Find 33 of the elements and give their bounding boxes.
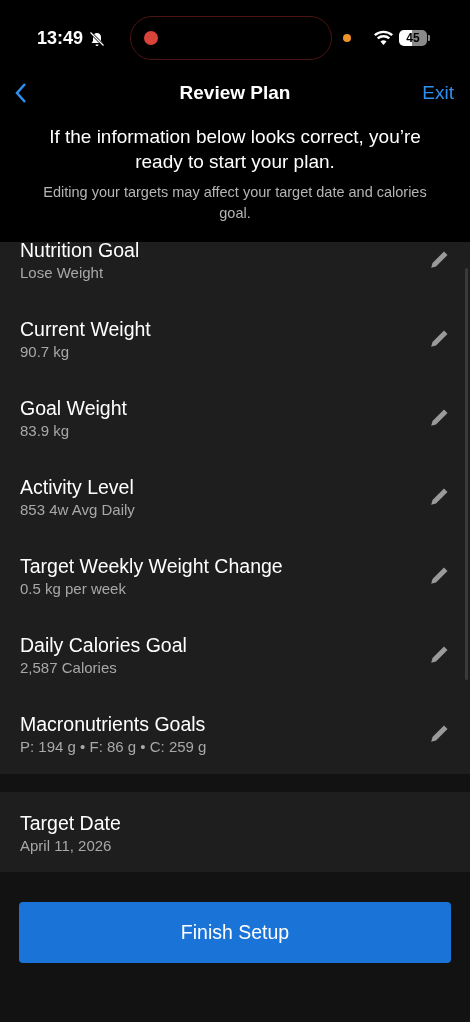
edit-icon[interactable] bbox=[429, 566, 449, 586]
edit-icon[interactable] bbox=[429, 250, 449, 270]
setting-title: Daily Calories Goal bbox=[20, 633, 187, 658]
setting-title: Target Weekly Weight Change bbox=[20, 554, 283, 579]
screen-title: Review Plan bbox=[179, 81, 291, 103]
edit-icon[interactable] bbox=[429, 408, 449, 428]
status-time: 13:49 bbox=[37, 28, 84, 49]
back-icon[interactable] bbox=[14, 81, 28, 104]
setting-title: Macronutrients Goals bbox=[20, 712, 206, 737]
intro-note: Editing your targets may affect your target date and calories goal. bbox=[42, 183, 428, 223]
muted-bell-icon bbox=[89, 30, 106, 47]
setting-value: 853 4w Avg Daily bbox=[20, 500, 135, 519]
finish-setup-button[interactable]: Finish Setup bbox=[19, 902, 451, 963]
setting-value: 83.9 kg bbox=[20, 421, 70, 440]
setting-value: 90.7 kg bbox=[20, 342, 70, 361]
intro-heading: If the information below looks correct, you’re ready to start your plan. bbox=[48, 125, 422, 174]
setting-title: Activity Level bbox=[20, 475, 134, 500]
setting-value: P: 194 g • F: 86 g • C: 259 g bbox=[20, 737, 207, 756]
setting-title: Goal Weight bbox=[20, 396, 127, 421]
setting-title: Nutrition Goal bbox=[20, 242, 140, 263]
edit-icon[interactable] bbox=[429, 487, 449, 507]
edit-icon[interactable] bbox=[429, 645, 449, 665]
exit-button[interactable]: Exit bbox=[422, 81, 454, 104]
indicator-dot-icon bbox=[343, 34, 351, 42]
edit-icon[interactable] bbox=[429, 724, 449, 744]
setting-value: 0.5 kg per week bbox=[20, 579, 126, 598]
setting-title: Current Weight bbox=[20, 317, 151, 342]
edit-icon[interactable] bbox=[429, 329, 449, 349]
target-date-title: Target Date bbox=[20, 811, 121, 836]
wifi-icon bbox=[374, 30, 393, 45]
setting-value: 2,587 Calories bbox=[20, 658, 117, 677]
target-date-value: April 11, 2026 bbox=[20, 836, 112, 855]
setting-value: Lose Weight bbox=[20, 263, 104, 282]
